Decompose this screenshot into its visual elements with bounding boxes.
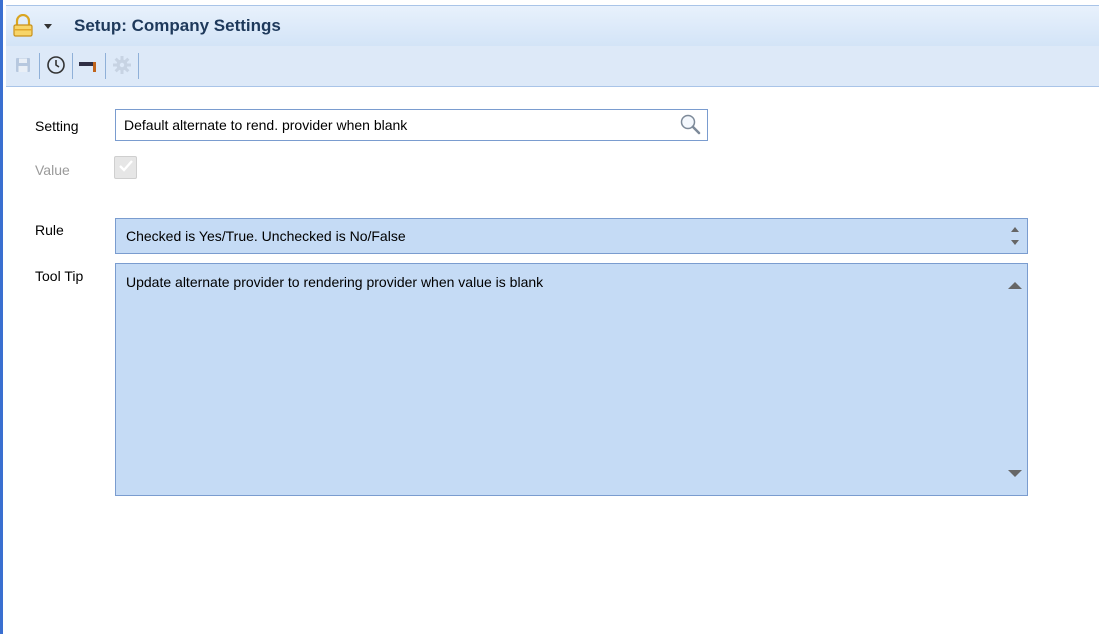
tooltip-field[interactable]: Update alternate provider to rendering p… (115, 263, 1028, 496)
caret-down-icon (44, 23, 52, 29)
tooltip-scrollbar[interactable] (1003, 264, 1027, 495)
toolbar-separator (72, 53, 73, 79)
title-bar: Setup: Company Settings (6, 5, 1099, 47)
setting-label: Setting (35, 118, 79, 134)
gavel-icon (78, 56, 100, 77)
toolbar-separator (105, 53, 106, 79)
scroll-down-arrow-icon[interactable] (1008, 470, 1022, 477)
setting-field (115, 109, 708, 141)
window-frame: Setup: Company Settings Setting Default … (0, 0, 1099, 634)
tooltip-label: Tool Tip (35, 268, 84, 284)
scroll-up-button[interactable] (1007, 223, 1023, 235)
save-button[interactable] (10, 53, 36, 79)
history-button[interactable] (43, 53, 69, 79)
scroll-up-arrow-icon[interactable] (1008, 282, 1022, 289)
settings-button[interactable] (109, 53, 135, 79)
permissions-button[interactable] (76, 53, 102, 79)
lock-menu-button[interactable] (12, 11, 52, 41)
rule-label: Rule (35, 222, 64, 238)
clock-icon (46, 55, 66, 78)
toolbar-separator (138, 53, 139, 79)
tooltip-value: Update alternate provider to rendering p… (126, 274, 544, 290)
rule-field[interactable]: Checked is Yes/True. Unchecked is No/Fal… (115, 218, 1028, 254)
rule-value: Checked is Yes/True. Unchecked is No/Fal… (126, 228, 406, 244)
setting-search-button[interactable] (673, 110, 707, 140)
value-checkbox[interactable] (114, 156, 137, 179)
checkmark-icon (118, 159, 134, 176)
lock-icon (12, 14, 34, 38)
save-icon (15, 57, 31, 76)
rule-scroll (1007, 223, 1023, 249)
setting-input[interactable] (116, 110, 673, 140)
toolbar (6, 46, 1099, 87)
toolbar-separator (39, 53, 40, 79)
arrow-up-icon (1011, 227, 1019, 232)
value-label: Value (35, 162, 70, 178)
search-icon (679, 113, 701, 138)
scroll-down-button[interactable] (1007, 237, 1023, 249)
gear-icon (112, 55, 132, 78)
window-title: Setup: Company Settings (74, 16, 281, 35)
arrow-down-icon (1011, 240, 1019, 245)
